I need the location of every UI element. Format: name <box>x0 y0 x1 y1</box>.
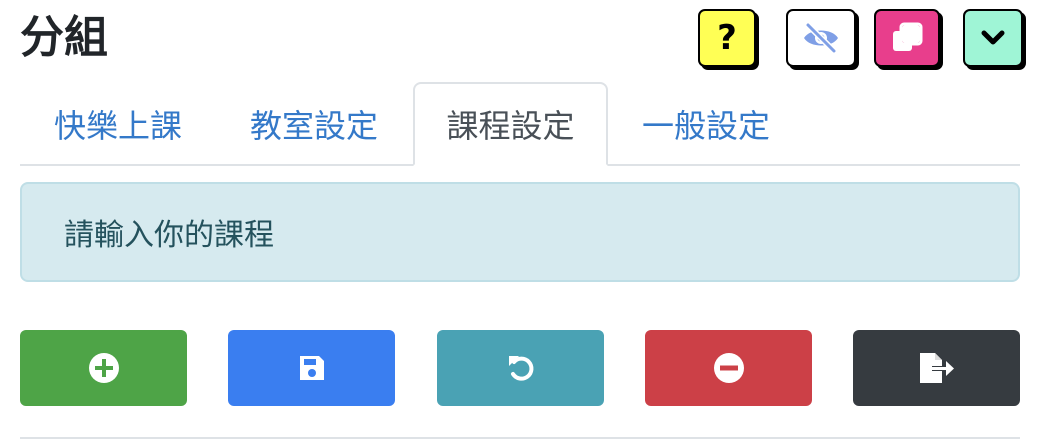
toggle-visibility-button[interactable] <box>786 9 856 67</box>
tab-course-settings[interactable]: 課程設定 <box>413 82 608 166</box>
alert-text: 請輸入你的課程 <box>64 218 274 253</box>
minus-circle-icon <box>713 353 744 383</box>
plus-circle-icon <box>88 353 119 383</box>
export-button[interactable] <box>853 330 1020 406</box>
save-icon <box>299 356 324 380</box>
tab-general-settings[interactable]: 一般設定 <box>608 82 804 166</box>
help-button[interactable]: ? <box>698 9 756 67</box>
copy-icon <box>893 22 923 51</box>
copy-button[interactable] <box>874 9 940 67</box>
tab-classroom-settings[interactable]: 教室設定 <box>216 82 412 166</box>
save-button[interactable] <box>228 330 395 406</box>
eye-slash-icon <box>804 22 838 54</box>
add-course-button[interactable] <box>20 330 187 406</box>
question-icon: ? <box>717 18 737 58</box>
tab-happy-class[interactable]: 快樂上課 <box>20 82 216 166</box>
undo-icon <box>508 356 533 381</box>
collapse-button[interactable] <box>963 9 1023 67</box>
chevron-down-icon <box>981 30 1005 45</box>
page-title: 分組 <box>20 12 108 63</box>
divider <box>20 437 1020 439</box>
file-export-icon <box>919 353 954 383</box>
undo-button[interactable] <box>437 330 604 406</box>
info-alert: 請輸入你的課程 <box>20 182 1020 282</box>
delete-button[interactable] <box>645 330 812 406</box>
settings-tabs: 快樂上課 教室設定 課程設定 一般設定 <box>20 82 1020 166</box>
